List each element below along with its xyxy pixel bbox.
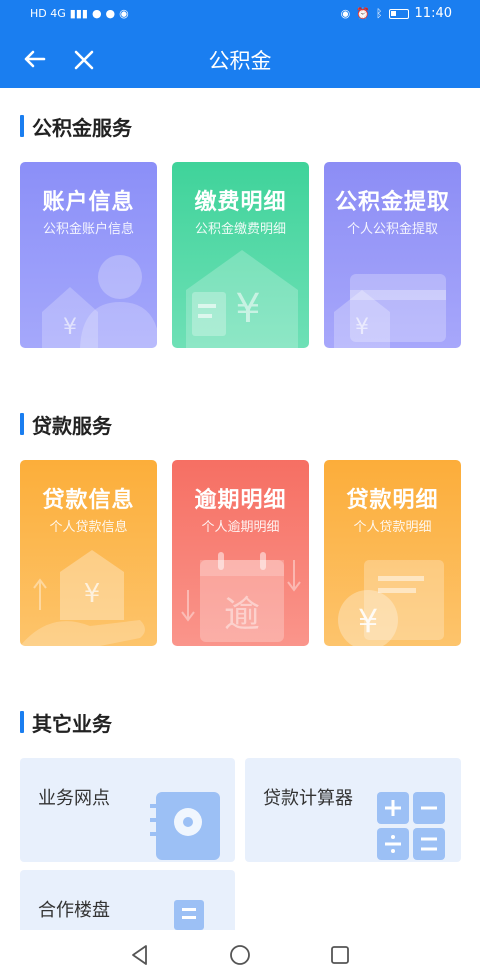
card-subtitle: 个人逾期明细 bbox=[201, 520, 280, 535]
card-title: 逾期明细 bbox=[194, 488, 287, 513]
tile-service-outlets[interactable]: 业务网点 bbox=[20, 758, 235, 862]
card-subtitle: 公积金账户信息 bbox=[42, 222, 134, 237]
card-subtitle: 公积金缴费明细 bbox=[194, 222, 286, 237]
card-fund-withdrawal[interactable]: ¥ 公积金提取 个人公积金提取 bbox=[324, 162, 461, 348]
section-title-housing-fund: 公积金服务 bbox=[20, 112, 132, 140]
tile-loan-calculator[interactable]: 贷款计算器 bbox=[245, 758, 461, 862]
section-accent-bar bbox=[20, 115, 24, 137]
message-icon: ● bbox=[105, 7, 116, 20]
tile-label: 合作楼盘 bbox=[38, 900, 110, 921]
alarm-icon: ⏰ bbox=[356, 6, 370, 20]
card-loan-details[interactable]: ¥ 贷款明细 个人贷款明细 bbox=[324, 460, 461, 646]
card-account-info[interactable]: ¥ 账户信息 公积金账户信息 bbox=[20, 162, 157, 348]
network-indicator: HD 4G bbox=[30, 7, 66, 20]
home-circle-icon[interactable] bbox=[227, 942, 253, 968]
card-subtitle: 个人贷款明细 bbox=[353, 520, 432, 535]
wechat-icon: ● bbox=[91, 7, 102, 20]
status-bar: HD 4G ▮▮▮ ● ● ◉ ◉ ⏰ ᛒ 11:40 bbox=[0, 0, 480, 30]
eye-icon: ◉ bbox=[340, 6, 351, 20]
svg-text:逾: 逾 bbox=[224, 594, 260, 635]
svg-text:¥: ¥ bbox=[235, 286, 260, 332]
calculator-icon bbox=[377, 792, 445, 860]
card-payment-details[interactable]: ¥ 缴费明细 公积金缴费明细 bbox=[172, 162, 309, 348]
location-book-icon bbox=[150, 792, 220, 860]
card-title: 公积金提取 bbox=[334, 190, 450, 215]
recents-square-icon[interactable] bbox=[327, 942, 353, 968]
card-overdue-details[interactable]: 逾 逾期明细 个人逾期明细 bbox=[172, 460, 309, 646]
card-title: 贷款明细 bbox=[346, 488, 439, 513]
section-title-text: 贷款服务 bbox=[32, 413, 112, 438]
bluetooth-icon: ᛒ bbox=[375, 6, 383, 20]
signal-icon: ▮▮▮ bbox=[69, 7, 88, 20]
card-title: 贷款信息 bbox=[42, 488, 135, 513]
battery-icon bbox=[388, 8, 409, 19]
svg-text:¥: ¥ bbox=[358, 602, 378, 640]
app-notification-icon: ◉ bbox=[119, 7, 129, 20]
card-subtitle: 个人公积金提取 bbox=[346, 222, 438, 237]
card-title: 账户信息 bbox=[42, 190, 135, 215]
card-subtitle: 个人贷款信息 bbox=[49, 520, 128, 535]
building-icon bbox=[174, 900, 204, 930]
section-title-loan: 贷款服务 bbox=[20, 410, 112, 438]
section-title-text: 公积金服务 bbox=[32, 115, 132, 140]
svg-text:¥: ¥ bbox=[63, 315, 77, 340]
tile-partner-properties[interactable]: 合作楼盘 bbox=[20, 870, 235, 930]
header-bar: 公积金 bbox=[0, 30, 480, 88]
card-title: 缴费明细 bbox=[194, 190, 287, 215]
svg-text:¥: ¥ bbox=[84, 579, 101, 609]
section-accent-bar bbox=[20, 711, 24, 733]
tile-label: 业务网点 bbox=[38, 788, 110, 809]
page-title: 公积金 bbox=[208, 49, 272, 73]
svg-text:¥: ¥ bbox=[355, 315, 369, 340]
system-nav-bar bbox=[0, 930, 480, 980]
section-title-text: 其它业务 bbox=[32, 711, 112, 736]
card-loan-info[interactable]: ¥ 贷款信息 个人贷款信息 bbox=[20, 460, 157, 646]
clock: 11:40 bbox=[414, 6, 452, 21]
back-triangle-icon[interactable] bbox=[127, 942, 153, 968]
tile-label: 贷款计算器 bbox=[263, 788, 353, 809]
section-accent-bar bbox=[20, 413, 24, 435]
section-title-other: 其它业务 bbox=[20, 708, 112, 736]
